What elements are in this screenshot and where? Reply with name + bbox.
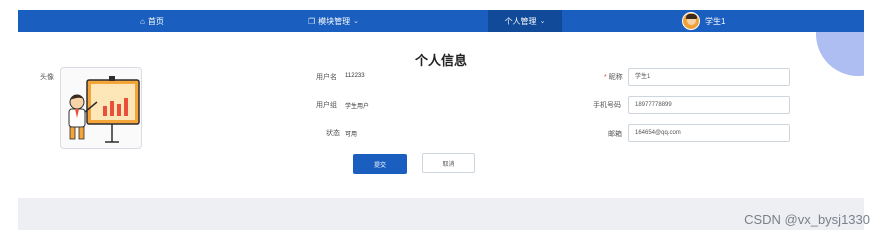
page: ⌂ 首页 ❐ 模块管理 ⌄ 个人管理 ⌄ 学生1 个人信息 头像 用户名 112… xyxy=(0,0,884,241)
page-title: 个人信息 xyxy=(414,53,467,68)
watermark-text: CSDN @vx_bysj1330 xyxy=(744,212,870,227)
status-label: 状态 xyxy=(326,130,340,137)
nav-modules[interactable]: ❐ 模块管理 ⌄ xyxy=(308,10,359,32)
nav-user-menu[interactable]: 学生1 xyxy=(682,10,725,32)
user-group-value: 学生用户 xyxy=(345,104,370,110)
nav-username: 学生1 xyxy=(705,16,726,26)
nav-home[interactable]: ⌂ 首页 xyxy=(140,10,164,32)
submit-button[interactable]: 提交 xyxy=(353,154,407,174)
copy-icon: ❐ xyxy=(308,16,316,26)
user-avatar xyxy=(682,12,700,30)
nickname-field[interactable]: 学生1 xyxy=(628,68,790,86)
phone-field[interactable]: 18977778899 xyxy=(628,96,790,114)
chevron-down-icon: ⌄ xyxy=(539,18,546,25)
profile-card: 个人信息 头像 用户名 112233 用户组 学生用户 状态 可用 * 昵称 学… xyxy=(18,32,864,198)
nickname-label: * 昵称 xyxy=(604,74,623,81)
footer-strip xyxy=(18,198,864,230)
user-group-label: 用户组 xyxy=(316,102,337,109)
status-value: 可用 xyxy=(345,132,358,138)
phone-label: 手机号码 xyxy=(593,102,621,109)
cancel-button[interactable]: 取消 xyxy=(422,153,475,173)
username-label: 用户名 xyxy=(316,74,337,81)
username-value: 112233 xyxy=(345,73,365,79)
nav-personal-label: 个人管理 xyxy=(504,16,537,26)
avatar-label: 头像 xyxy=(40,74,54,81)
top-navbar: ⌂ 首页 ❐ 模块管理 ⌄ 个人管理 ⌄ 学生1 xyxy=(18,10,864,32)
nav-home-label: 首页 xyxy=(147,16,164,26)
chevron-down-icon: ⌄ xyxy=(353,18,360,25)
nav-modules-label: 模块管理 xyxy=(318,16,351,26)
avatar-upload[interactable] xyxy=(60,67,142,149)
email-field[interactable]: 164654@qq.com xyxy=(628,124,790,142)
nav-personal[interactable]: 个人管理 ⌄ xyxy=(488,10,562,32)
home-icon: ⌂ xyxy=(140,16,145,26)
email-label: 邮箱 xyxy=(608,131,622,138)
teacher-illustration xyxy=(68,76,140,143)
